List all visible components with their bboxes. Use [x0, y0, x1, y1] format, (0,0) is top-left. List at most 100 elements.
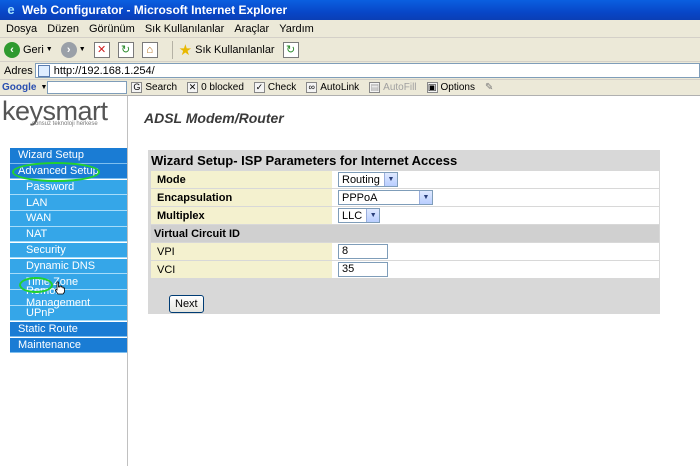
- stop-icon: ✕: [93, 41, 110, 58]
- autofill-icon: ▤: [369, 82, 381, 93]
- sidebar-item-label: Maintenance: [18, 338, 81, 351]
- home-button[interactable]: ⌂: [141, 40, 158, 60]
- vpi-label: VPI: [151, 243, 332, 260]
- vpi-input[interactable]: 8: [338, 244, 388, 259]
- back-button[interactable]: ‹ Geri ▼: [4, 40, 53, 60]
- favorites-label: Sık Kullanılanlar: [195, 43, 275, 56]
- back-label: Geri: [23, 43, 44, 56]
- menu-help[interactable]: Yardım: [279, 23, 314, 35]
- browser-toolbar: ‹ Geri ▼ › ▼ ✕ ↻ ⌂ ★ Sık Kullanılanlar ↻: [0, 38, 700, 62]
- form-row-vpi: VPI 8: [151, 243, 659, 260]
- main-content: ADSL Modem/Router Wizard Setup- ISP Para…: [128, 96, 700, 466]
- menu-tools[interactable]: Araçlar: [234, 23, 269, 35]
- google-toolbar: Google ▼ G Search ✕ 0 blocked ✓ Check ∞ …: [0, 80, 700, 96]
- menu-favorites[interactable]: Sık Kullanılanlar: [145, 23, 225, 35]
- sidebar-item-nat[interactable]: NAT: [10, 226, 127, 243]
- forward-arrow-icon: ›: [60, 41, 77, 58]
- sidebar-item-lan[interactable]: LAN: [10, 195, 127, 211]
- sidebar-item-static-route[interactable]: Static Route: [10, 321, 127, 338]
- sidebar-item-remote-management[interactable]: Remote Management: [10, 285, 127, 309]
- chevron-down-icon: ▼: [383, 173, 397, 186]
- autofill-button[interactable]: ▤ AutoFill: [369, 82, 417, 93]
- stop-button[interactable]: ✕: [93, 40, 110, 60]
- vci-label: VCI: [151, 261, 332, 278]
- spell-check-button[interactable]: ✓ Check: [253, 82, 297, 93]
- google-search-button[interactable]: G Search: [131, 82, 177, 93]
- multiplex-label: Multiplex: [151, 207, 332, 224]
- sidebar: keysmart sonsuz teknoloji herkese Wizard…: [0, 96, 128, 466]
- vpi-cell: 8: [332, 243, 659, 260]
- google-search-label: Search: [145, 82, 178, 93]
- autolink-icon: ∞: [306, 82, 318, 93]
- forward-button[interactable]: › ▼: [60, 40, 86, 60]
- mode-cell: Routing ▼: [332, 171, 659, 188]
- history-button[interactable]: ↻: [282, 40, 299, 60]
- address-bar: Adres http://192.168.1.254/: [0, 62, 700, 80]
- sidebar-item-maintenance[interactable]: Maintenance: [10, 337, 127, 354]
- refresh-icon: ↻: [117, 41, 134, 58]
- multiplex-select[interactable]: LLC ▼: [338, 208, 381, 223]
- options-button[interactable]: ▣ Options: [426, 82, 475, 93]
- sidebar-item-label: Remote Management: [26, 285, 91, 310]
- encapsulation-select[interactable]: PPPoA ▼: [338, 190, 433, 205]
- history-icon: ↻: [282, 41, 299, 58]
- sidebar-item-wan[interactable]: WAN: [10, 211, 127, 227]
- mode-selected-value: Routing: [342, 173, 380, 186]
- web-page: keysmart sonsuz teknoloji herkese Wizard…: [0, 96, 700, 466]
- isp-parameters-panel: Wizard Setup- ISP Parameters for Interne…: [148, 150, 660, 314]
- star-icon: ★: [178, 41, 193, 59]
- sidebar-item-label: Password: [26, 180, 75, 193]
- address-url: http://192.168.1.254/: [53, 64, 155, 77]
- encapsulation-label: Encapsulation: [151, 189, 332, 206]
- menu-edit[interactable]: Düzen: [47, 23, 79, 35]
- sidebar-item-label: WAN: [26, 212, 52, 225]
- window-titlebar: e Web Configurator - Microsoft Internet …: [0, 0, 700, 20]
- sidebar-item-dynamic-dns[interactable]: Dynamic DNS: [10, 258, 127, 275]
- menu-view[interactable]: Görünüm: [89, 23, 135, 35]
- menu-bar: Dosya Düzen Görünüm Sık Kullanılanlar Ar…: [0, 20, 700, 38]
- sidebar-item-label: NAT: [26, 228, 48, 241]
- vci-cell: 35: [332, 261, 659, 278]
- sidebar-item-wizard-setup[interactable]: Wizard Setup: [10, 148, 127, 164]
- chevron-down-icon: ▼: [78, 46, 86, 53]
- sidebar-item-label: UPnP: [26, 307, 55, 320]
- chevron-down-icon[interactable]: ▼: [40, 84, 47, 91]
- sidebar-item-advanced-setup[interactable]: Advanced Setup: [10, 163, 127, 180]
- sidebar-item-password[interactable]: Password: [10, 179, 127, 196]
- google-logo[interactable]: Google: [2, 82, 36, 93]
- favorites-button[interactable]: ★ Sık Kullanılanlar: [179, 40, 275, 60]
- pencil-icon[interactable]: ✎: [485, 82, 493, 93]
- sidebar-item-security[interactable]: Security: [10, 242, 127, 259]
- options-icon: ▣: [426, 82, 438, 93]
- address-input[interactable]: http://192.168.1.254/: [34, 63, 700, 78]
- refresh-button[interactable]: ↻: [117, 40, 134, 60]
- chevron-down-icon: ▼: [366, 209, 380, 222]
- mode-select[interactable]: Routing ▼: [338, 172, 398, 187]
- autolink-button[interactable]: ∞ AutoLink: [306, 82, 359, 93]
- autofill-label: AutoFill: [383, 82, 417, 93]
- next-button[interactable]: Next: [169, 295, 204, 313]
- back-arrow-icon: ‹: [4, 41, 20, 58]
- form-section-virtual-circuit: Virtual Circuit ID: [151, 225, 659, 242]
- multiplex-cell: LLC ▼: [332, 207, 659, 224]
- google-search-input[interactable]: [47, 81, 128, 94]
- panel-title: Wizard Setup- ISP Parameters for Interne…: [151, 153, 458, 168]
- check-label: Check: [267, 82, 297, 93]
- popup-blocker-icon: ✕: [187, 82, 199, 93]
- form-row-encapsulation: Encapsulation PPPoA ▼: [151, 189, 659, 206]
- hand-cursor-icon: [55, 281, 65, 295]
- popup-blocker-button[interactable]: ✕ 0 blocked: [187, 82, 244, 93]
- home-icon: ⌂: [141, 41, 158, 58]
- encapsulation-cell: PPPoA ▼: [332, 189, 659, 206]
- menu-file[interactable]: Dosya: [6, 23, 37, 35]
- chevron-down-icon: ▼: [419, 191, 432, 204]
- encapsulation-selected-value: PPPoA: [342, 191, 378, 204]
- sidebar-item-label: Advanced Setup: [18, 165, 99, 178]
- sidebar-item-label: Static Route: [18, 323, 78, 336]
- page-title: ADSL Modem/Router: [144, 110, 284, 126]
- chevron-down-icon: ▼: [45, 46, 53, 53]
- vci-input[interactable]: 35: [338, 262, 388, 277]
- blocked-label: 0 blocked: [201, 82, 244, 93]
- toolbar-divider: [171, 40, 173, 59]
- virtual-circuit-heading: Virtual Circuit ID: [151, 225, 659, 242]
